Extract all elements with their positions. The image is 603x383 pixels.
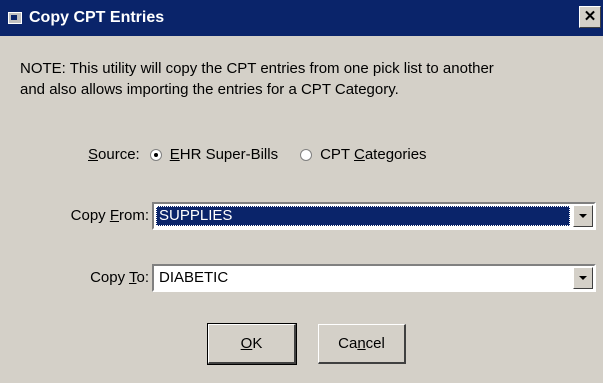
radio-cpt-categories[interactable]: CPT Categories — [300, 146, 427, 163]
copy-from-row: Copy From: SUPPLIES — [0, 202, 603, 230]
radio-cpt-categories-label: CPT Categories — [320, 146, 427, 163]
window-title: Copy CPT Entries — [29, 9, 165, 26]
copy-from-label: Copy From: — [70, 207, 149, 224]
radio-cpt-categories-dot[interactable] — [300, 148, 313, 161]
source-row: Source: EHR Super-Bills CPT Categories — [88, 146, 427, 163]
note-line-1: NOTE: This utility will copy the CPT ent… — [20, 60, 494, 77]
chevron-down-icon[interactable] — [573, 205, 593, 227]
chevron-down-icon[interactable] — [573, 267, 593, 289]
radio-ehr-super-bills-label: EHR Super-Bills — [169, 146, 279, 163]
note-line-2: and also allows importing the entries fo… — [20, 81, 399, 98]
title-bar: Copy CPT Entries ✕ — [0, 0, 603, 36]
close-button[interactable]: ✕ — [579, 6, 601, 28]
copy-from-dropdown[interactable]: SUPPLIES — [152, 202, 596, 230]
close-icon: ✕ — [583, 8, 597, 25]
radio-ehr-super-bills-dot[interactable] — [149, 148, 162, 161]
copy-to-value: DIABETIC — [159, 269, 229, 286]
copy-to-row: Copy To: DIABETIC — [0, 264, 603, 292]
copy-from-value: SUPPLIES — [156, 206, 570, 226]
note-text: NOTE: This utility will copy the CPT ent… — [20, 58, 598, 100]
copy-to-dropdown[interactable]: DIABETIC — [152, 264, 596, 292]
ok-button[interactable]: OK — [207, 323, 297, 365]
copy-to-label: Copy To: — [90, 269, 149, 286]
app-icon — [8, 12, 22, 24]
cancel-button[interactable]: Ca n cel — [318, 324, 406, 364]
radio-ehr-super-bills[interactable]: EHR Super-Bills — [149, 146, 279, 163]
source-label: Source: — [88, 146, 140, 163]
